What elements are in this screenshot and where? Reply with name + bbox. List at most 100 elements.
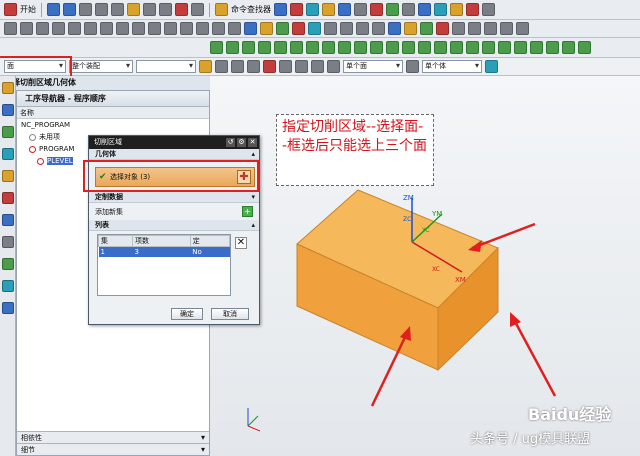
- create-method-icon[interactable]: [436, 22, 449, 35]
- tree-row-nc-program[interactable]: NC_PROGRAM: [17, 119, 209, 131]
- generate-path-icon[interactable]: [308, 22, 321, 35]
- items-column-header[interactable]: 项数: [131, 235, 191, 247]
- tool-view-icon[interactable]: [260, 22, 273, 35]
- ok-button[interactable]: 确定: [171, 308, 203, 320]
- command-finder-button[interactable]: 命令查找器: [231, 4, 271, 15]
- boss-icon[interactable]: [148, 22, 161, 35]
- center-icon[interactable]: [247, 60, 260, 73]
- cam-extra3-icon[interactable]: [546, 41, 559, 54]
- rest-mill-icon[interactable]: [306, 41, 319, 54]
- wireframe-icon[interactable]: [338, 3, 351, 16]
- delete-icon[interactable]: [175, 3, 188, 16]
- cancel-button[interactable]: 取消: [211, 308, 249, 320]
- profile-icon[interactable]: [386, 41, 399, 54]
- process-studio-icon[interactable]: [2, 280, 14, 292]
- rule-option-icon[interactable]: [406, 60, 419, 73]
- new-file-icon[interactable]: [47, 3, 60, 16]
- add-set-icon[interactable]: +: [242, 206, 253, 217]
- face-rule-dropdown[interactable]: 单个面: [343, 60, 403, 73]
- create-geometry-icon[interactable]: [420, 22, 433, 35]
- streamline-icon[interactable]: [370, 41, 383, 54]
- undo-icon[interactable]: [191, 3, 204, 16]
- reset-icon[interactable]: ↺: [226, 138, 235, 147]
- list-section-header[interactable]: 列表 ▴: [89, 220, 259, 231]
- plane-icon[interactable]: [52, 22, 65, 35]
- cavity-mill-icon[interactable]: [210, 41, 223, 54]
- existing-point-icon[interactable]: [327, 60, 340, 73]
- cam-extra2-icon[interactable]: [530, 41, 543, 54]
- custom-data-section-header[interactable]: 定制数据 ▾: [89, 192, 259, 203]
- blend-icon[interactable]: [180, 22, 193, 35]
- postprocess-icon[interactable]: [356, 22, 369, 35]
- method-view-icon[interactable]: [292, 22, 305, 35]
- hole-icon[interactable]: [132, 22, 145, 35]
- mill-icon[interactable]: [498, 41, 511, 54]
- quadrant-icon[interactable]: [279, 60, 292, 73]
- area-mill-icon[interactable]: [354, 41, 367, 54]
- shopdoc-icon[interactable]: [372, 22, 385, 35]
- print-icon[interactable]: [111, 3, 124, 16]
- spiral-icon[interactable]: [466, 41, 479, 54]
- operation-nav-icon[interactable]: [2, 148, 14, 160]
- save-icon[interactable]: [79, 3, 92, 16]
- settings-icon[interactable]: [482, 3, 495, 16]
- body-rule-dropdown[interactable]: 单个体: [422, 60, 482, 73]
- constraint-nav-icon[interactable]: [2, 104, 14, 116]
- start-menu-button[interactable]: 开始: [20, 4, 36, 15]
- cut-icon[interactable]: [127, 3, 140, 16]
- remove-set-icon[interactable]: ✕: [235, 237, 247, 249]
- dependencies-panel-header[interactable]: 相依性 ▾: [17, 431, 209, 443]
- contour-icon[interactable]: [338, 41, 351, 54]
- start-icon[interactable]: [4, 3, 17, 16]
- corner-icon[interactable]: [402, 41, 415, 54]
- paste-icon[interactable]: [159, 3, 172, 16]
- engrave-icon[interactable]: [418, 41, 431, 54]
- layer-icon[interactable]: [354, 3, 367, 16]
- revolve-icon[interactable]: [116, 22, 129, 35]
- thread-icon[interactable]: [434, 41, 447, 54]
- copy-icon[interactable]: [143, 3, 156, 16]
- tool-icon[interactable]: [466, 3, 479, 16]
- table-row[interactable]: 1 3 No: [98, 246, 230, 257]
- geometry-section-header[interactable]: 几何体 ▴: [89, 149, 259, 160]
- snap-icon[interactable]: [434, 3, 447, 16]
- unused-dropdown[interactable]: [136, 60, 196, 73]
- create-tool-icon[interactable]: [404, 22, 417, 35]
- point-icon[interactable]: [4, 22, 17, 35]
- render-icon[interactable]: [370, 3, 383, 16]
- properties-icon[interactable]: [452, 22, 465, 35]
- onCurve-icon[interactable]: [295, 60, 308, 73]
- roles-icon[interactable]: [2, 302, 14, 314]
- replay-icon[interactable]: [324, 22, 337, 35]
- csys-icon[interactable]: [68, 22, 81, 35]
- sketch-icon[interactable]: [84, 22, 97, 35]
- planar-mill-icon[interactable]: [258, 41, 271, 54]
- selection-help-icon[interactable]: [485, 60, 498, 73]
- history-icon[interactable]: [2, 236, 14, 248]
- filter-icon[interactable]: [290, 3, 303, 16]
- help-icon[interactable]: [418, 3, 431, 16]
- custom-column-header[interactable]: 定: [189, 235, 231, 247]
- face-mill-icon[interactable]: [274, 41, 287, 54]
- set-column-header[interactable]: 集: [98, 235, 133, 247]
- pocket-icon[interactable]: [164, 22, 177, 35]
- cam-extra4-icon[interactable]: [562, 41, 575, 54]
- select-icon[interactable]: [274, 3, 287, 16]
- trim-icon[interactable]: [228, 22, 241, 35]
- details-panel-header[interactable]: 细节 ▾: [17, 443, 209, 455]
- info-icon[interactable]: [468, 22, 481, 35]
- flowcut-icon[interactable]: [322, 41, 335, 54]
- arc-icon[interactable]: [36, 22, 49, 35]
- endpoint-icon[interactable]: [215, 60, 228, 73]
- zlevel-icon[interactable]: [226, 41, 239, 54]
- cam-extra5-icon[interactable]: [578, 41, 591, 54]
- geometry-view-icon[interactable]: [276, 22, 289, 35]
- assembly-filter-dropdown[interactable]: 整个装配: [69, 60, 133, 73]
- shade-icon[interactable]: [322, 3, 335, 16]
- plunge-icon[interactable]: [482, 41, 495, 54]
- collapse-icon[interactable]: [516, 22, 529, 35]
- drill-icon[interactable]: [290, 41, 303, 54]
- window-icon[interactable]: [402, 3, 415, 16]
- assembly-nav-icon[interactable]: [2, 82, 14, 94]
- cam-extra-icon[interactable]: [514, 41, 527, 54]
